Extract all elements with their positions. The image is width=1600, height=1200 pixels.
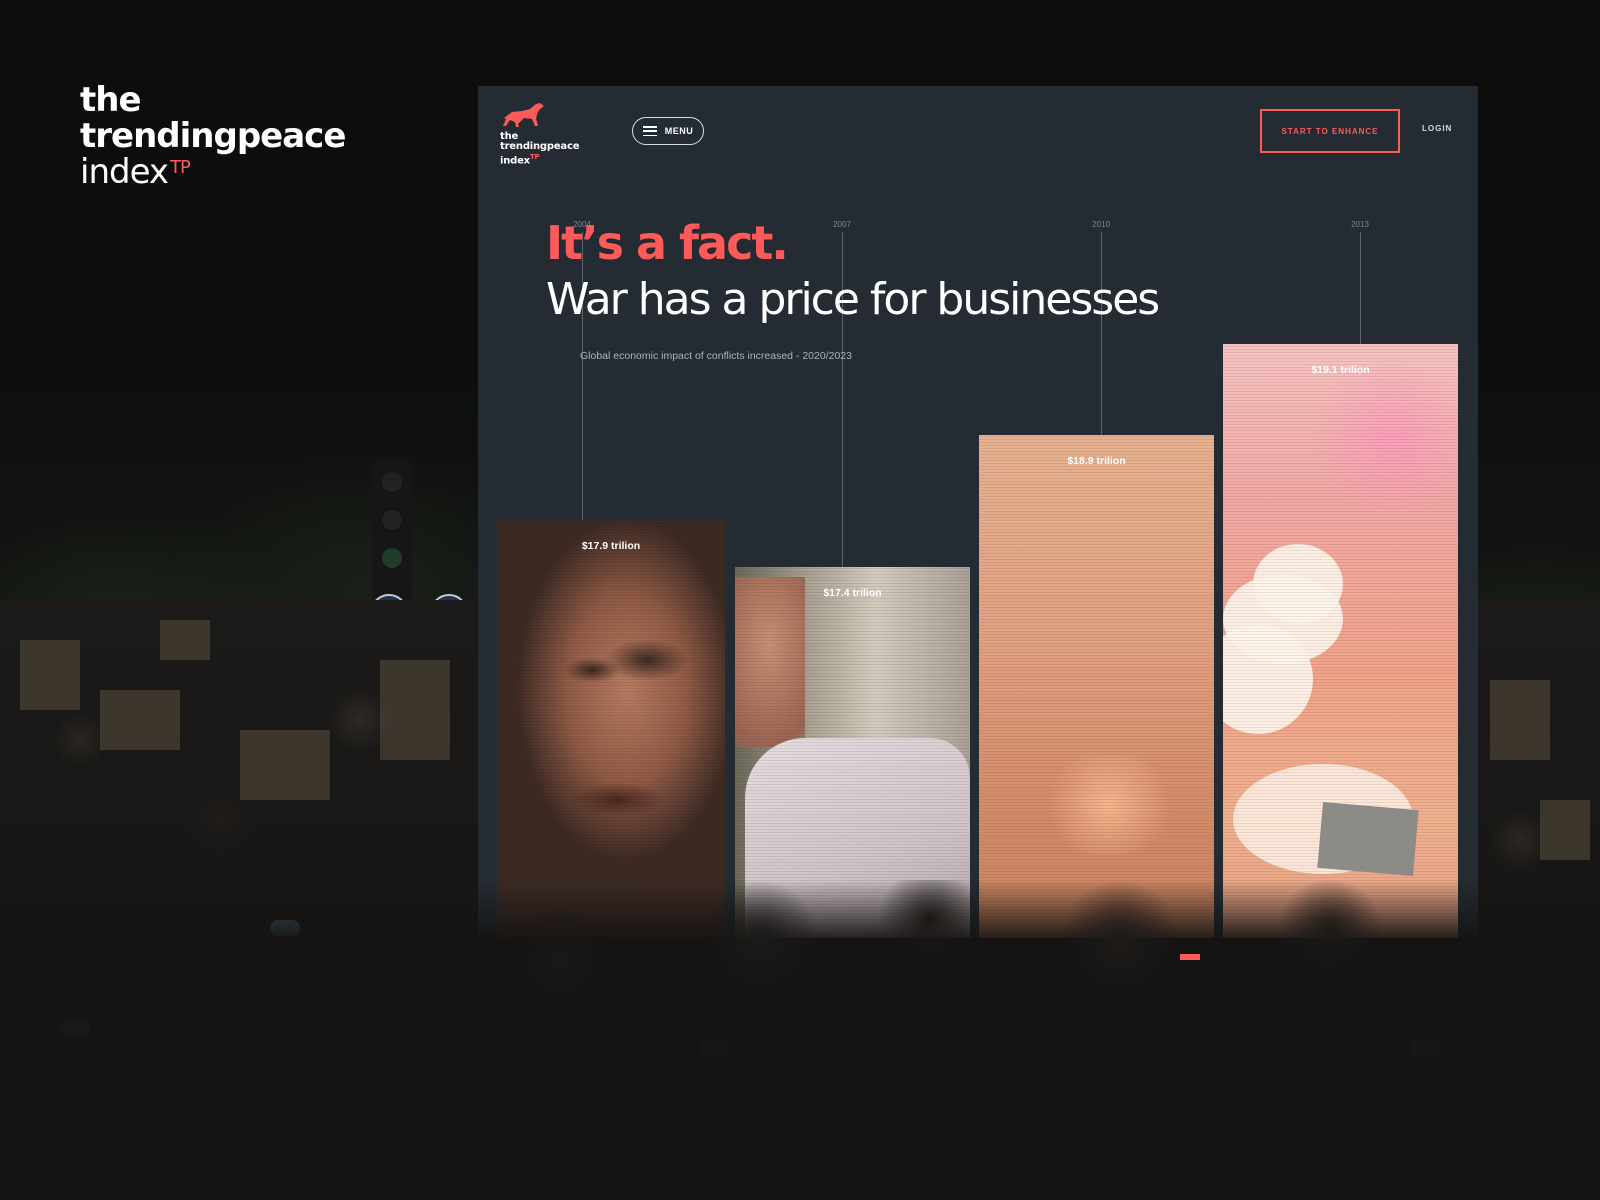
brand-line-the: the (80, 80, 142, 120)
site-logo[interactable]: the trendingpeace indexTP (500, 100, 600, 166)
bar-value-label: $17.9 trilion (581, 540, 641, 552)
protest-sign (1317, 801, 1419, 877)
bar-value-label: $17.4 trilion (823, 587, 882, 599)
dog-icon (503, 103, 544, 127)
brand-wordmark: the trendingpeace index TP (80, 80, 346, 192)
logo-superscript: TP (529, 153, 540, 161)
subtitle: Global economic impact of conflicts incr… (580, 350, 852, 362)
start-to-enhance-button[interactable]: START TO ENHANCE (1260, 109, 1400, 153)
bar-2010[interactable]: $18.9 trilion (979, 435, 1214, 938)
year-label: 2013 (1351, 220, 1369, 229)
bar-value-label: $19.1 trilion (1311, 364, 1370, 376)
brand-line-name: trendingpeace (80, 116, 346, 156)
brand-line-index: index TP (80, 152, 191, 192)
logo-line-name: trendingpeace (500, 141, 580, 152)
bar-2004[interactable]: $17.9 trilion (497, 520, 725, 938)
headline-fact: It’s a fact. (546, 216, 789, 270)
headline-main: War has a price for businesses (546, 274, 1160, 325)
year-label: 2010 (1092, 220, 1110, 229)
scroll-indicator (1180, 954, 1200, 960)
menu-button[interactable]: MENU (632, 117, 704, 145)
login-link[interactable]: LOGIN (1422, 124, 1452, 133)
site-header: the trendingpeace indexTP MENU START TO … (478, 86, 1478, 186)
logo-line-index: indexTP (500, 153, 540, 167)
menu-label: MENU (664, 126, 694, 136)
year-label: 2007 (833, 220, 851, 229)
brand-superscript: TP (170, 157, 191, 178)
traffic-light (372, 460, 412, 610)
bar-value-label: $18.9 trilion (1067, 455, 1126, 467)
crowd-foreground (0, 880, 1600, 1200)
hamburger-icon (642, 126, 657, 136)
